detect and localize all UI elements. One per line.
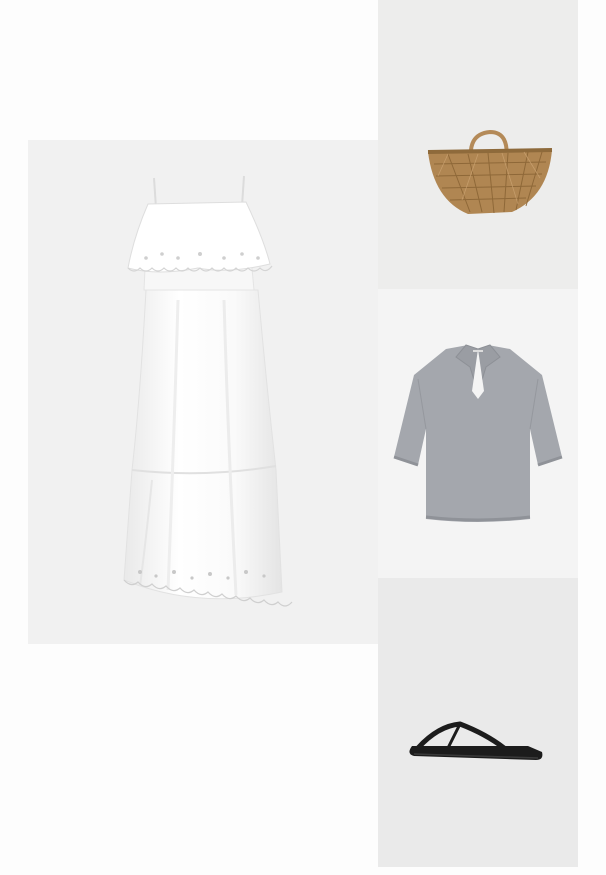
grey-knit-polo-top-icon	[393, 344, 563, 522]
sandal-product-image[interactable]	[378, 578, 578, 867]
top-product-image[interactable]	[378, 289, 578, 578]
black-flat-thong-sandal-icon	[409, 721, 543, 760]
dress-product-image[interactable]	[28, 140, 378, 644]
woven-straw-basket-bag-icon	[427, 129, 553, 214]
white-eyelet-maxi-dress-icon	[123, 175, 293, 607]
bag-product-image[interactable]	[378, 0, 578, 289]
